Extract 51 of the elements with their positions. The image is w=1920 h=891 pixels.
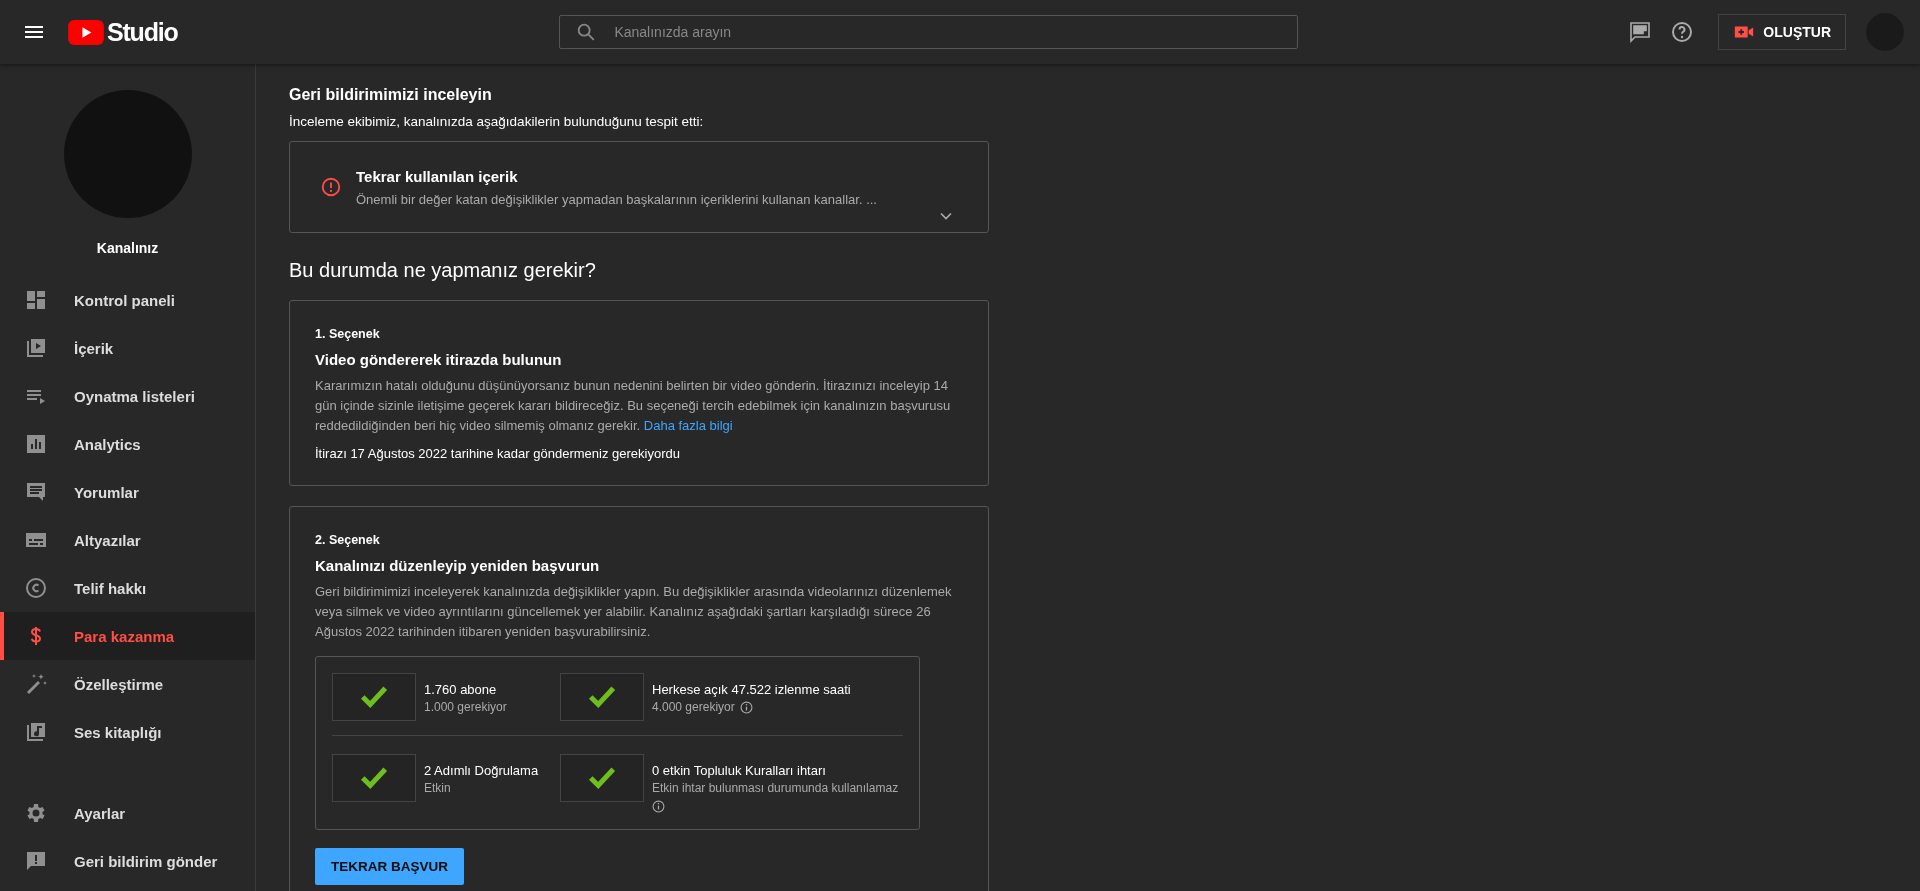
option-description: Kararımızın hatalı olduğunu düşünüyorsanız bunun nedenini belirten bir video gönderin. İtirazınızı inceleyip 14 gün içinde sizinle iletişime geçerek kararı bildireceğiz. Bu seçeneği tercih edebilmek için kanalınızın başvurusu reddedildiğinden beri hiç video silmemiş olmanız gerekir. Daha fazla bilgi: [315, 377, 952, 435]
nav-item[interactable]: Özelleştirme: [0, 660, 255, 708]
option-label: 1. Seçenek: [315, 327, 380, 341]
learn-more-link[interactable]: Daha fazla bilgi: [643, 418, 733, 433]
requirement-title: Herkese açık 47.522 izlenme saati: [652, 682, 851, 697]
bar-chart-icon: [24, 432, 48, 456]
requirement-title: 0 etkin Topluluk Kuralları ihtarı: [652, 763, 827, 778]
nav-item[interactable]: İçerik: [0, 324, 255, 372]
option-title: Kanalınızı düzenleyip yeniden başvurun: [315, 557, 600, 574]
requirement-note: 4.000 gerekiyor: [652, 700, 735, 714]
section-title: Bu durumda ne yapmanız gerekir?: [289, 259, 597, 282]
nav-item[interactable]: Ses kitaplığı: [0, 708, 255, 756]
nav-item[interactable]: Ayarlar: [0, 789, 255, 837]
feedback-icon[interactable]: [1628, 20, 1653, 44]
nav-item[interactable]: Geri bildirim gönder: [0, 837, 255, 885]
channel-name: Kanalınız: [96, 240, 159, 256]
logo-text[interactable]: Studio: [107, 17, 178, 47]
nav-item[interactable]: Altyazılar: [0, 516, 255, 564]
nav-item[interactable]: Kontrol paneli: [0, 276, 255, 324]
issue-card[interactable]: Tekrar kullanılan içerik Önemli bir değer katan değişiklikler yapmadan başkalarının içeriklerini kullanan kanallar. ...: [289, 141, 989, 233]
nav-item[interactable]: Analytics: [0, 420, 255, 468]
dashboard-icon: [24, 288, 48, 312]
issue-title: Tekrar kullanılan içerik: [356, 167, 519, 185]
intro-text: İnceleme ekibimiz, kanalınızda aşağıdakilerin bulunduğunu tespit etti:: [289, 114, 705, 129]
create-button[interactable]: OLUŞTUR: [1718, 14, 1846, 50]
section-heading: Geri bildirimimizi inceleyin: [289, 86, 493, 104]
music-note-icon: [24, 720, 48, 744]
help-icon[interactable]: [1670, 20, 1695, 44]
requirement-title: 1.760 abone: [424, 682, 498, 697]
copyright-icon: [24, 576, 48, 600]
info-icon[interactable]: [739, 700, 753, 714]
option-description: Geri bildirimimizi inceleyerek kanalınızda değişiklikler yapın. Bu değişiklikler arasında videolarınızı düzenlemek veya silmek ve video ayrıntılarını güncellemek yer alabilir. Kanalınız aşağıdaki şartları karşıladığı sürece 26 Ağustos 2022 tarihinden itibaren yeniden başvurabilirsiniz.: [315, 583, 953, 641]
option-title: Video göndererek itirazda bulunun: [315, 351, 562, 368]
nav-item[interactable]: Yorumlar: [0, 468, 255, 516]
nav-item[interactable]: Oynatma listeleri: [0, 372, 255, 420]
deadline-text: İtirazı 17 Ağustos 2022 tarihine kadar göndermeniz gerekiyordu: [315, 446, 680, 461]
nav-item[interactable]: Para kazanma: [0, 612, 255, 660]
nav-item[interactable]: Telif hakkı: [0, 564, 255, 612]
requirement-note: 1.000 gerekiyor: [424, 700, 507, 714]
issue-description: Önemli bir değer katan değişiklikler yapmadan başkalarının içeriklerini kullanan kanallar. ...: [356, 191, 877, 207]
alert-icon: [320, 176, 342, 198]
play-logo-icon: [68, 19, 104, 45]
play-icon: [24, 336, 48, 360]
requirement-title: 2 Adımlı Doğrulama: [424, 763, 539, 778]
option-label: 2. Seçenek: [315, 533, 380, 547]
info-icon[interactable]: [652, 800, 665, 813]
feedback-icon: [24, 849, 48, 873]
requirement-note: Etkin: [424, 781, 451, 795]
requirement-note: Etkin ihtar bulunması durumunda kullanılamaz: [652, 781, 899, 795]
search-field[interactable]: Kanalınızda arayın: [559, 15, 1299, 49]
reapply-button[interactable]: TEKRAR BAŞVUR: [315, 848, 464, 885]
